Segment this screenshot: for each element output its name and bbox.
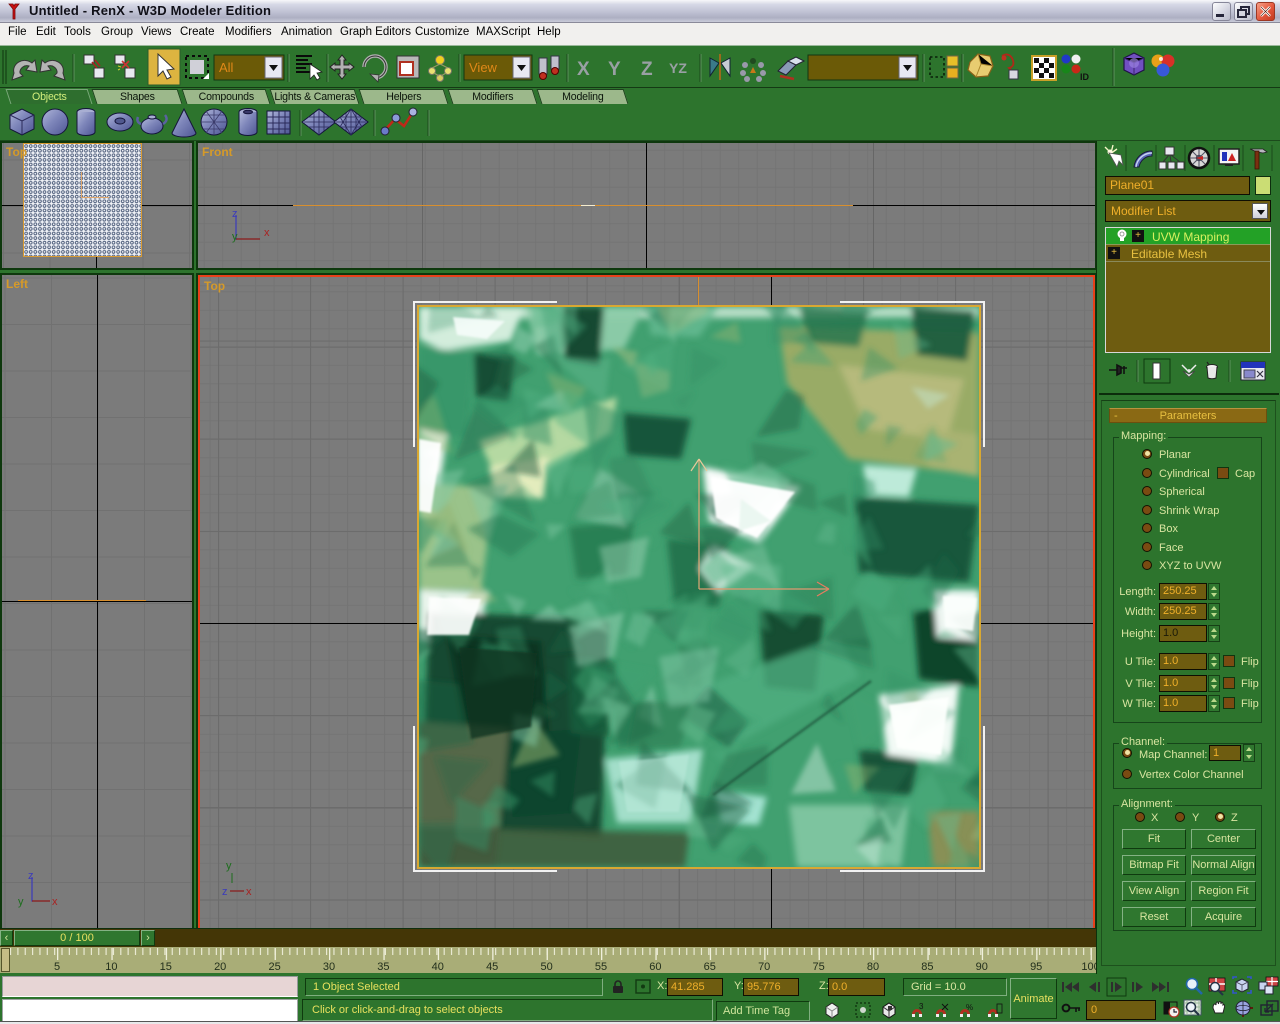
svg-text:50: 50 <box>540 961 552 973</box>
svg-text:z: z <box>222 886 228 898</box>
svg-text:100: 100 <box>1081 961 1096 973</box>
svg-text:85: 85 <box>921 961 933 973</box>
svg-text:z: z <box>28 870 34 882</box>
svg-text:35: 35 <box>377 961 389 973</box>
svg-text:3: 3 <box>919 1002 924 1011</box>
svg-text:z: z <box>232 208 238 220</box>
svg-text:40: 40 <box>432 961 444 973</box>
svg-text:All: All <box>219 60 234 75</box>
svg-text:90: 90 <box>976 961 988 973</box>
svg-text:y: y <box>232 231 238 243</box>
svg-text:45: 45 <box>486 961 498 973</box>
svg-text:ID: ID <box>1080 72 1090 82</box>
svg-text:Z: Z <box>641 59 653 80</box>
svg-text:80: 80 <box>867 961 879 973</box>
svg-text:5: 5 <box>54 961 60 973</box>
svg-text:%: % <box>966 1003 973 1012</box>
svg-text:75: 75 <box>812 961 824 973</box>
svg-text:55: 55 <box>595 961 607 973</box>
svg-text:YZ: YZ <box>669 60 687 76</box>
svg-text:70: 70 <box>758 961 770 973</box>
svg-text:y: y <box>18 896 24 908</box>
svg-text:20: 20 <box>214 961 226 973</box>
svg-text:25: 25 <box>268 961 280 973</box>
svg-text:View: View <box>469 60 498 75</box>
svg-text:y: y <box>226 860 232 872</box>
svg-text:60: 60 <box>649 961 661 973</box>
svg-text:x: x <box>264 227 270 239</box>
svg-text:30: 30 <box>323 961 335 973</box>
svg-text:95: 95 <box>1030 961 1042 973</box>
svg-text:65: 65 <box>704 961 716 973</box>
svg-text:10: 10 <box>105 961 117 973</box>
svg-text:15: 15 <box>160 961 172 973</box>
svg-text:X: X <box>577 59 590 80</box>
svg-text:Y: Y <box>608 59 621 80</box>
svg-text:x: x <box>246 886 252 898</box>
svg-text:x: x <box>52 896 58 908</box>
